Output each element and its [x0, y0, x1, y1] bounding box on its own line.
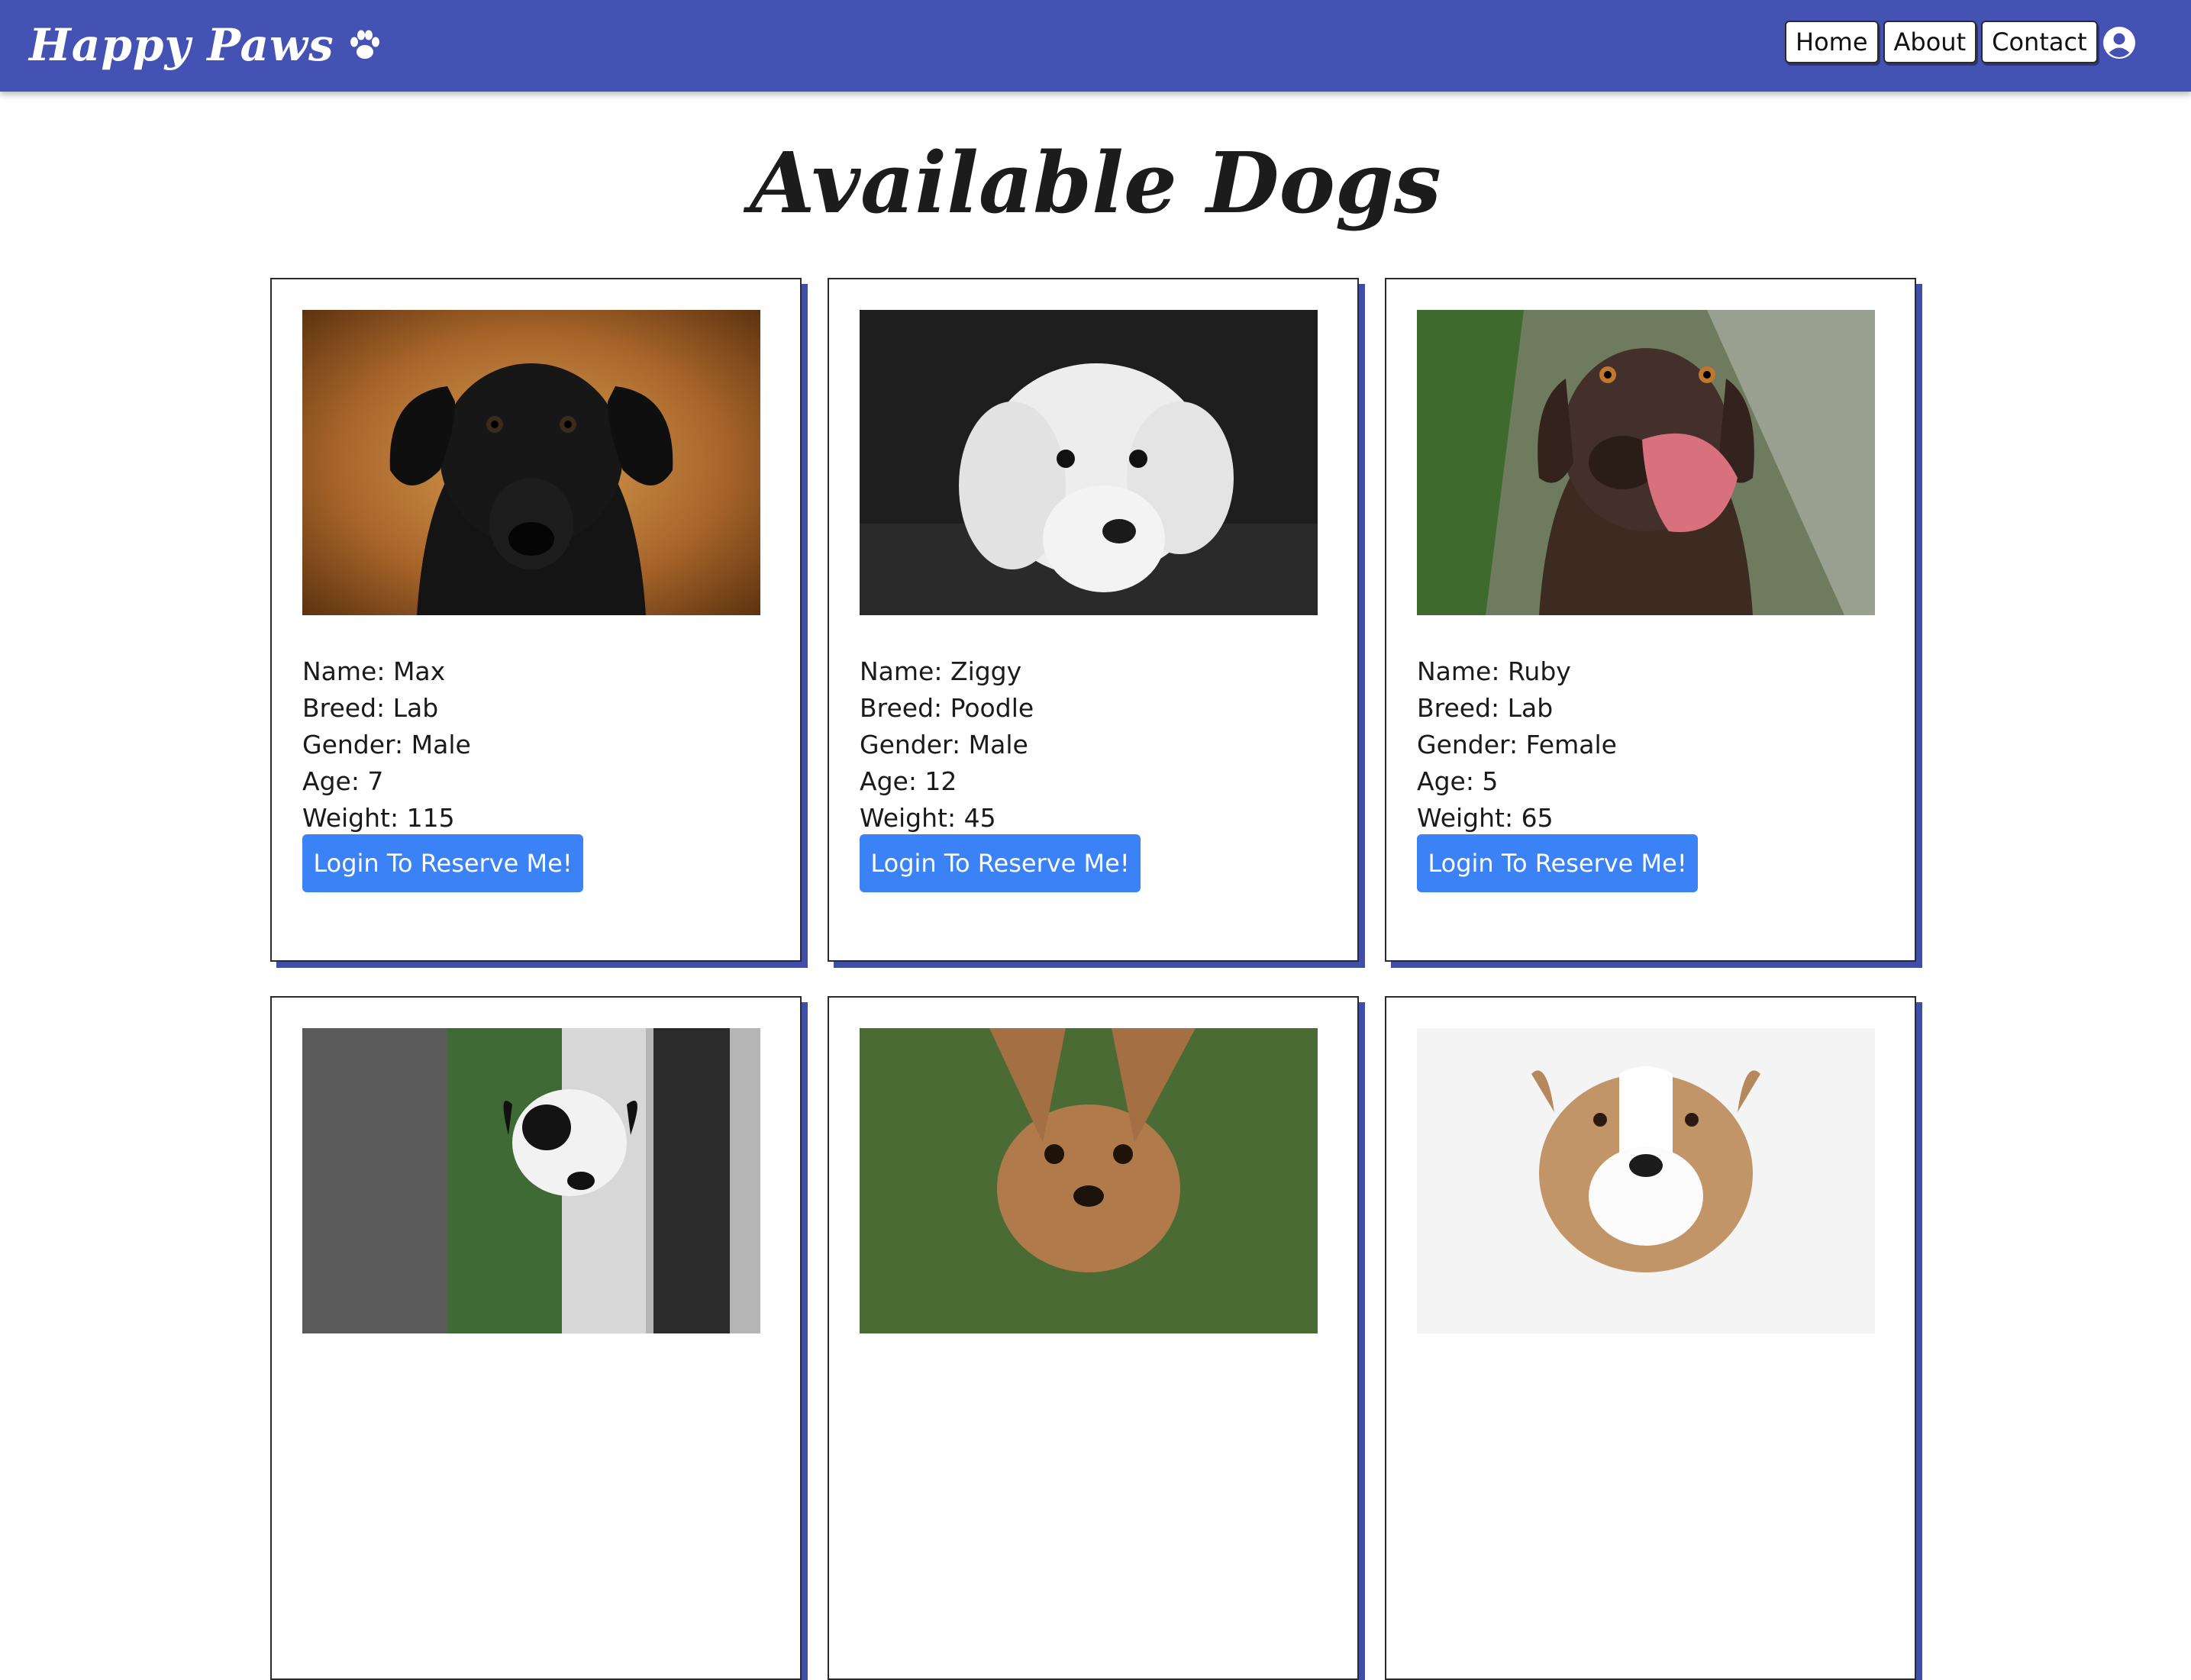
dog-gender: Gender: Male — [302, 730, 471, 759]
login-to-reserve-button[interactable]: Login To Reserve Me! — [1417, 834, 1698, 892]
brand-name: Happy Paws — [29, 19, 334, 71]
login-to-reserve-button[interactable]: Login To Reserve Me! — [302, 834, 583, 892]
navbar: Happy Paws Home About Contact — [0, 0, 2191, 92]
dog-photo — [302, 310, 760, 615]
dog-breed: Breed: Lab — [1417, 693, 1554, 723]
user-circle-icon[interactable] — [2102, 25, 2137, 60]
nav-links: Home About Contact — [1785, 21, 2098, 63]
dog-weight: Weight: 65 — [1417, 803, 1554, 833]
dog-name: Name: Ziggy — [860, 656, 1022, 686]
dog-age: Age: 12 — [860, 766, 957, 796]
dog-photo — [1417, 1028, 1875, 1333]
dog-gender: Gender: Female — [1417, 730, 1617, 759]
dog-photo — [860, 1028, 1318, 1333]
dog-name: Name: Ruby — [1417, 656, 1571, 686]
dog-weight: Weight: 45 — [860, 803, 996, 833]
page-title: Available Dogs — [750, 134, 1441, 232]
nav-home-button[interactable]: Home — [1785, 21, 1879, 63]
login-to-reserve-button[interactable]: Login To Reserve Me! — [860, 834, 1141, 892]
nav-contact-button[interactable]: Contact — [1981, 21, 2098, 63]
dog-age: Age: 5 — [1417, 766, 1499, 796]
dog-card — [1385, 996, 1916, 1680]
dog-name: Name: Max — [302, 656, 446, 686]
dog-card — [828, 996, 1359, 1680]
dog-breed: Breed: Poodle — [860, 693, 1034, 723]
dog-info: Name: Max Breed: Lab Gender: Male Age: 7… — [302, 653, 471, 837]
dog-photo — [860, 310, 1318, 615]
dog-card — [270, 996, 802, 1680]
dog-info: Name: Ziggy Breed: Poodle Gender: Male A… — [860, 653, 1034, 837]
paw-icon — [350, 30, 379, 59]
dog-info: Name: Ruby Breed: Lab Gender: Female Age… — [1417, 653, 1617, 837]
dog-gender: Gender: Male — [860, 730, 1028, 759]
brand-logo[interactable]: Happy Paws — [29, 11, 383, 79]
dog-photo — [302, 1028, 760, 1333]
dog-breed: Breed: Lab — [302, 693, 439, 723]
dog-card: Name: Ruby Breed: Lab Gender: Female Age… — [1385, 278, 1916, 962]
dog-card: Name: Ziggy Breed: Poodle Gender: Male A… — [828, 278, 1359, 962]
nav-about-button[interactable]: About — [1883, 21, 1977, 63]
dog-photo — [1417, 310, 1875, 615]
dog-weight: Weight: 115 — [302, 803, 455, 833]
dog-age: Age: 7 — [302, 766, 384, 796]
dog-card: Name: Max Breed: Lab Gender: Male Age: 7… — [270, 278, 802, 962]
